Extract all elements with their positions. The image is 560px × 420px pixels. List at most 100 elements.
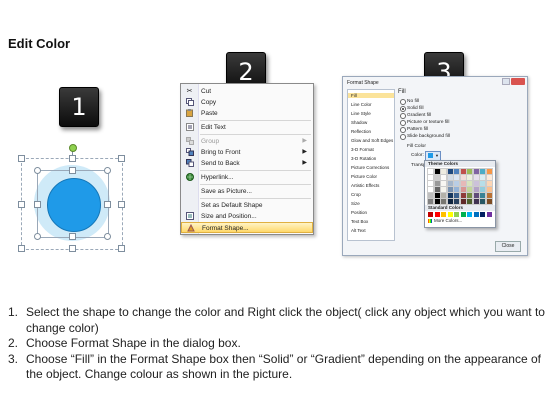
category-crop[interactable]: Crop	[351, 192, 361, 197]
category-glow[interactable]: Glow and Soft Edges	[351, 138, 393, 143]
category-3d-rotation[interactable]: 3-D Rotation	[351, 156, 376, 161]
theme-color-swatch[interactable]	[440, 192, 447, 199]
category-text-box[interactable]: Text Box	[351, 219, 368, 224]
standard-color-swatch[interactable]	[486, 212, 492, 217]
menu-item-edit-text[interactable]: Edit Text	[181, 122, 313, 133]
theme-color-swatch[interactable]	[427, 168, 434, 175]
theme-color-swatch[interactable]	[440, 174, 447, 181]
menu-item-size-and-position[interactable]: Size and Position...	[181, 211, 313, 222]
theme-color-swatch[interactable]	[459, 180, 467, 187]
theme-color-swatch[interactable]	[427, 174, 434, 181]
resize-handle[interactable]	[118, 245, 125, 252]
resize-handle[interactable]	[34, 201, 41, 208]
resize-handle[interactable]	[69, 245, 76, 252]
resize-handle[interactable]	[18, 155, 25, 162]
radio-slide-background-fill[interactable]	[400, 134, 406, 140]
resize-handle[interactable]	[118, 201, 125, 208]
theme-color-swatch[interactable]	[453, 198, 460, 205]
theme-color-swatch[interactable]	[479, 198, 486, 205]
theme-color-swatch[interactable]	[453, 174, 460, 181]
theme-color-swatch[interactable]	[466, 180, 473, 187]
category-shadow[interactable]: Shadow	[351, 120, 367, 125]
resize-handle[interactable]	[18, 201, 25, 208]
theme-color-swatch[interactable]	[446, 198, 454, 205]
theme-color-swatch[interactable]	[472, 198, 480, 205]
theme-color-swatch[interactable]	[472, 192, 480, 199]
theme-color-swatch[interactable]	[485, 198, 493, 205]
menu-item-set-default-shape[interactable]: Set as Default Shape	[181, 200, 313, 211]
standard-color-swatch[interactable]	[480, 212, 485, 217]
category-3d-format[interactable]: 3-D Format	[351, 147, 374, 152]
theme-color-swatch[interactable]	[446, 192, 454, 199]
close-window-button[interactable]	[511, 78, 525, 85]
menu-item-format-shape[interactable]: Format Shape...	[181, 222, 313, 233]
theme-color-swatch[interactable]	[459, 186, 467, 193]
theme-color-swatch[interactable]	[433, 186, 441, 193]
category-fill[interactable]: Fill	[348, 93, 394, 98]
resize-handle[interactable]	[69, 233, 76, 240]
standard-color-swatch[interactable]	[441, 212, 446, 217]
blue-circle-shape[interactable]	[47, 178, 101, 232]
theme-color-swatch[interactable]	[459, 168, 467, 175]
selected-shape-panel[interactable]	[18, 140, 126, 252]
theme-color-swatch[interactable]	[433, 180, 441, 187]
close-button[interactable]: Close	[495, 241, 521, 252]
theme-color-swatch[interactable]	[466, 174, 473, 181]
theme-color-swatch[interactable]	[472, 180, 480, 187]
theme-color-swatch[interactable]	[433, 192, 441, 199]
radio-picture-fill[interactable]	[400, 120, 406, 126]
theme-color-swatch[interactable]	[472, 174, 480, 181]
resize-handle[interactable]	[104, 201, 111, 208]
theme-color-swatch[interactable]	[453, 186, 460, 193]
standard-color-swatch[interactable]	[467, 212, 472, 217]
theme-color-swatch[interactable]	[472, 186, 480, 193]
standard-color-swatch[interactable]	[428, 212, 433, 217]
theme-color-swatch[interactable]	[427, 180, 434, 187]
standard-color-swatch[interactable]	[460, 212, 466, 217]
menu-item-paste[interactable]: Paste	[181, 108, 313, 119]
standard-color-swatch[interactable]	[473, 212, 479, 217]
theme-color-swatch[interactable]	[427, 198, 434, 205]
theme-color-swatch[interactable]	[440, 180, 447, 187]
category-picture-color[interactable]: Picture Color	[351, 174, 377, 179]
category-alt-text[interactable]: Alt Text	[351, 228, 366, 233]
standard-color-swatch[interactable]	[434, 212, 440, 217]
radio-solid-fill[interactable]	[400, 106, 406, 112]
menu-item-cut[interactable]: ✂ Cut	[181, 86, 313, 97]
category-picture-corrections[interactable]: Picture Corrections	[351, 165, 389, 170]
radio-gradient-fill[interactable]	[400, 113, 406, 119]
theme-color-swatch[interactable]	[466, 198, 473, 205]
theme-color-swatch[interactable]	[479, 174, 486, 181]
radio-no-fill[interactable]	[400, 99, 406, 105]
theme-color-swatch[interactable]	[459, 174, 467, 181]
theme-color-swatch[interactable]	[446, 186, 454, 193]
resize-handle[interactable]	[104, 167, 111, 174]
theme-color-swatch[interactable]	[427, 186, 434, 193]
theme-color-swatch[interactable]	[485, 174, 493, 181]
category-reflection[interactable]: Reflection	[351, 129, 371, 134]
theme-color-swatch[interactable]	[466, 168, 473, 175]
menu-item-save-as-picture[interactable]: Save as Picture...	[181, 186, 313, 197]
category-size[interactable]: Size	[351, 201, 360, 206]
more-colors-option[interactable]: More Colors...	[434, 218, 462, 223]
menu-item-send-to-back[interactable]: Send to Back ▶	[181, 158, 313, 169]
resize-handle[interactable]	[69, 155, 76, 162]
theme-color-swatch[interactable]	[479, 186, 486, 193]
theme-color-swatch[interactable]	[453, 192, 460, 199]
theme-color-swatch[interactable]	[433, 168, 441, 175]
radio-pattern-fill[interactable]	[400, 127, 406, 133]
category-artistic-effects[interactable]: Artistic Effects	[351, 183, 379, 188]
theme-color-swatch[interactable]	[446, 180, 454, 187]
standard-color-swatch[interactable]	[447, 212, 453, 217]
theme-color-swatch[interactable]	[466, 186, 473, 193]
rotation-handle[interactable]	[69, 144, 77, 152]
category-line-color[interactable]: Line Color	[351, 102, 372, 107]
theme-color-swatch[interactable]	[446, 174, 454, 181]
resize-handle[interactable]	[104, 233, 111, 240]
theme-color-swatch[interactable]	[440, 186, 447, 193]
resize-handle[interactable]	[69, 167, 76, 174]
theme-color-swatch[interactable]	[459, 192, 467, 199]
theme-color-swatch[interactable]	[440, 198, 447, 205]
theme-color-swatch[interactable]	[459, 198, 467, 205]
resize-handle[interactable]	[118, 155, 125, 162]
